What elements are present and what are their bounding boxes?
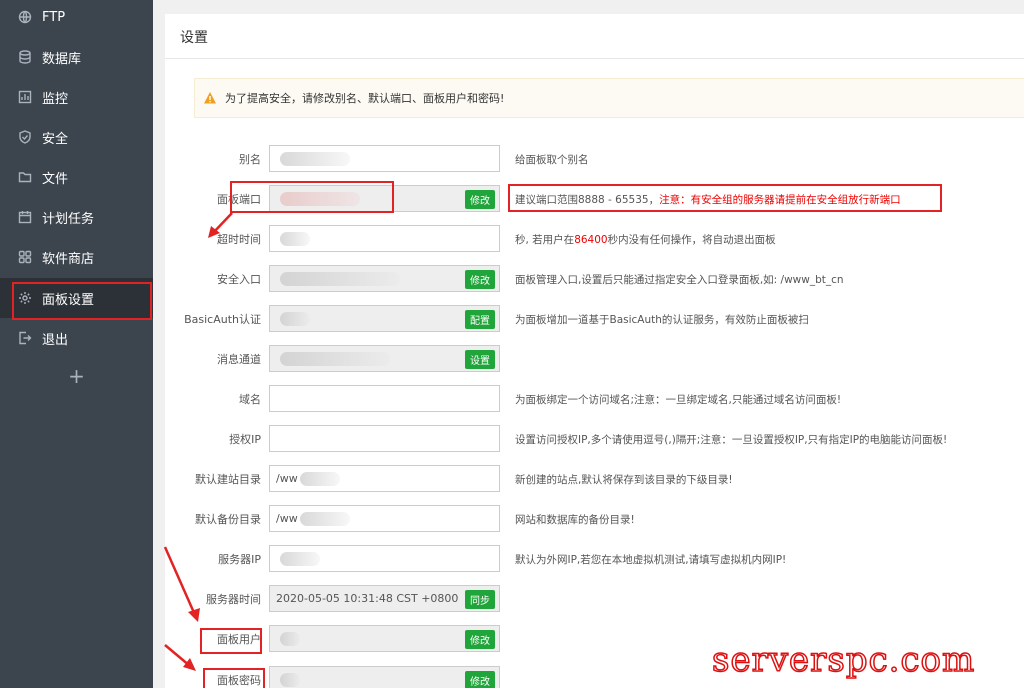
annotation-arrows: [163, 212, 233, 671]
watermark: serverspc.com: [711, 639, 976, 681]
